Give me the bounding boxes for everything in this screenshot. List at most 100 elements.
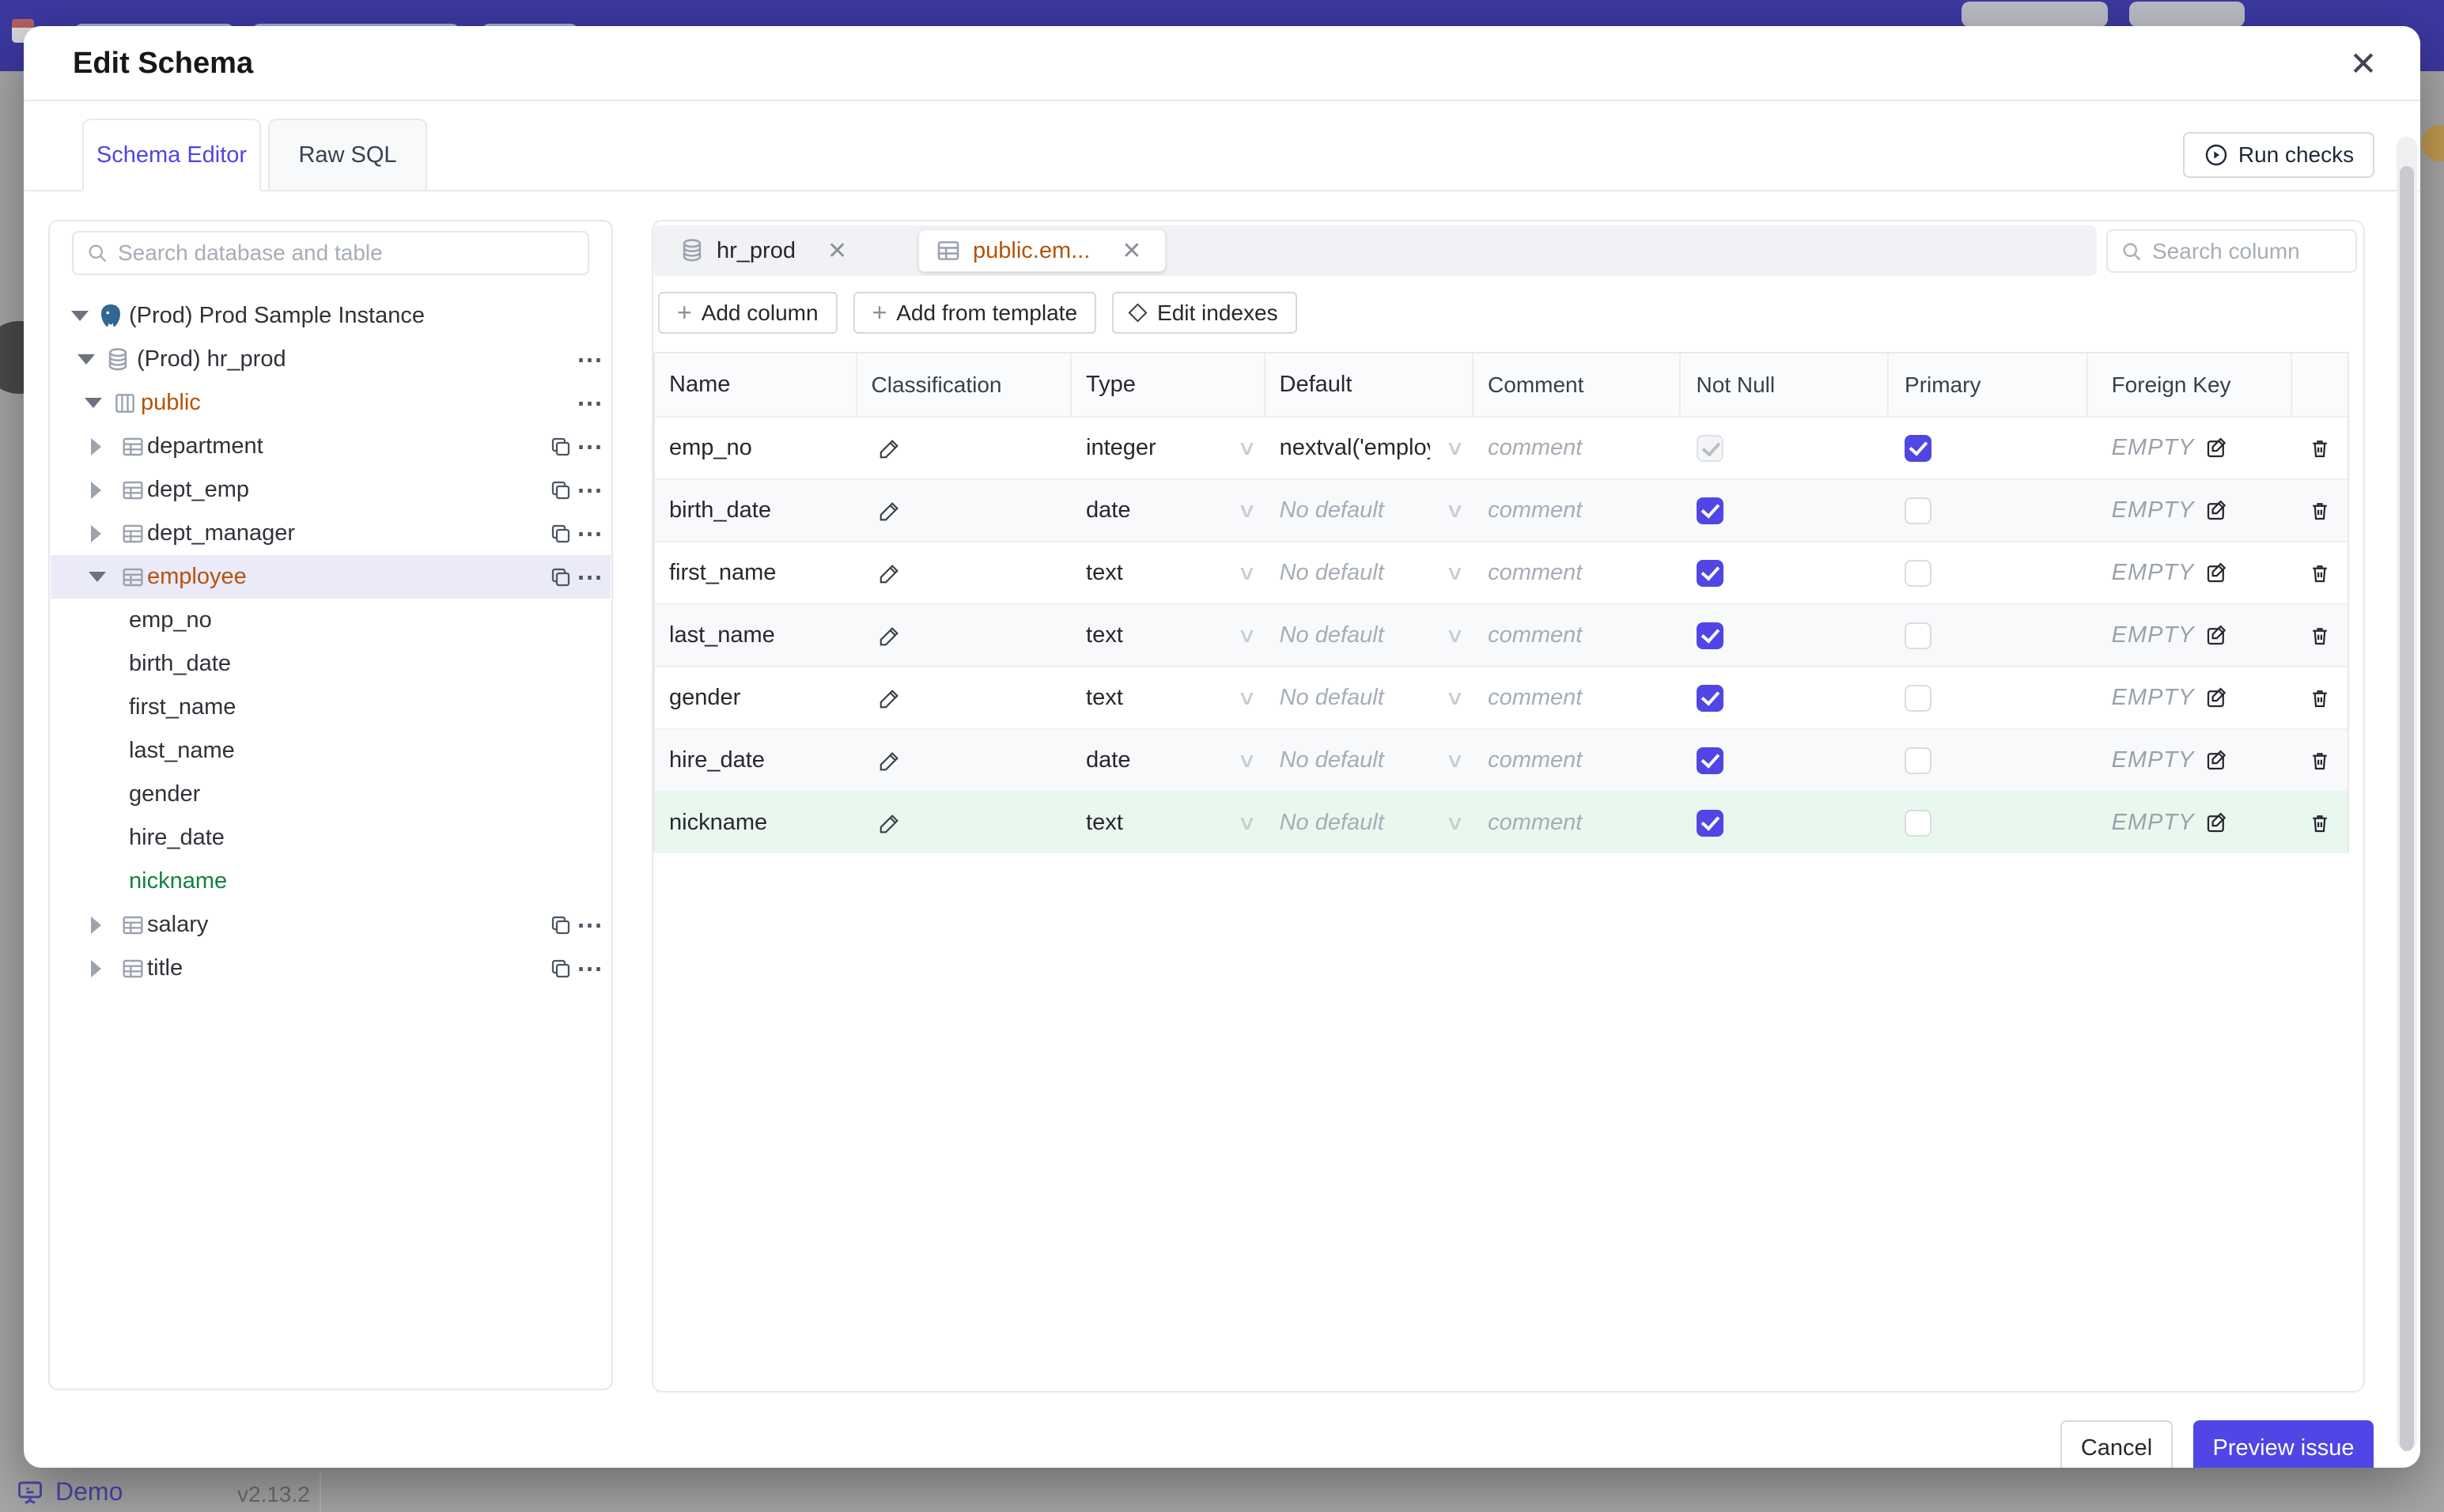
primary-checkbox[interactable] (1905, 434, 1932, 462)
tree-item-column-last-name[interactable]: last_name (51, 729, 611, 773)
comment-input[interactable]: comment (1488, 497, 1582, 524)
classification-edit-icon[interactable] (878, 686, 902, 710)
primary-checkbox[interactable] (1905, 497, 1932, 524)
tab-schema-editor[interactable]: Schema Editor (82, 119, 261, 191)
type-select[interactable]: date ∨ (1072, 480, 1266, 541)
chevron-down-icon[interactable] (89, 572, 106, 582)
not-null-checkbox[interactable] (1696, 622, 1723, 649)
chevron-right-icon[interactable] (91, 916, 101, 934)
copy-icon[interactable] (549, 478, 573, 502)
more-actions-icon[interactable]: ⋯ (577, 468, 604, 512)
tree-item-table-employee[interactable]: employee ⋯ (51, 555, 611, 599)
open-tab-public-employee[interactable]: public.em... ✕ (918, 229, 1166, 272)
default-select[interactable]: No default ∨ (1266, 480, 1474, 541)
classification-edit-icon[interactable] (878, 499, 902, 523)
more-actions-icon[interactable]: ⋯ (577, 903, 604, 947)
classification-edit-icon[interactable] (878, 561, 902, 585)
tab-raw-sql[interactable]: Raw SQL (268, 119, 427, 191)
scrollbar-thumb[interactable] (2400, 166, 2414, 1451)
copy-icon[interactable] (549, 565, 573, 589)
type-select[interactable]: integer ∨ (1072, 418, 1266, 478)
tree-item-table-department[interactable]: department ⋯ (51, 425, 611, 468)
chevron-down-icon[interactable] (85, 398, 102, 408)
column-search-input[interactable] (2152, 238, 2420, 264)
chevron-down-icon[interactable] (71, 311, 89, 321)
edit-foreign-key-icon[interactable] (2204, 561, 2228, 585)
not-null-checkbox[interactable] (1696, 747, 1723, 774)
not-null-checkbox[interactable] (1696, 684, 1723, 712)
copy-icon[interactable] (549, 435, 573, 459)
type-select[interactable]: text ∨ (1072, 605, 1266, 666)
close-icon[interactable]: ✕ (2344, 45, 2382, 83)
edit-foreign-key-icon[interactable] (2204, 499, 2228, 523)
edit-foreign-key-icon[interactable] (2204, 686, 2228, 710)
chevron-right-icon[interactable] (91, 524, 101, 542)
tree-item-schema-public[interactable]: public ⋯ (51, 381, 611, 425)
type-select[interactable]: text ∨ (1072, 667, 1266, 728)
not-null-checkbox[interactable] (1696, 809, 1723, 837)
not-null-checkbox[interactable] (1696, 497, 1723, 524)
more-actions-icon[interactable]: ⋯ (577, 947, 604, 990)
more-actions-icon[interactable]: ⋯ (577, 555, 604, 599)
tree-item-table-title[interactable]: title ⋯ (51, 947, 611, 990)
tree-item-column-gender[interactable]: gender (51, 773, 611, 816)
more-actions-icon[interactable]: ⋯ (577, 381, 604, 425)
chevron-right-icon[interactable] (91, 481, 101, 499)
edit-indexes-button[interactable]: Edit indexes (1112, 292, 1297, 334)
tree-item-column-hire-date[interactable]: hire_date (51, 816, 611, 860)
tree-item-database[interactable]: (Prod) hr_prod ⋯ (51, 338, 611, 381)
more-actions-icon[interactable]: ⋯ (577, 338, 604, 381)
edit-foreign-key-icon[interactable] (2204, 624, 2228, 648)
comment-input[interactable]: comment (1488, 810, 1582, 836)
default-select[interactable]: No default ∨ (1266, 730, 1474, 791)
run-checks-button[interactable]: Run checks (2183, 132, 2374, 178)
close-tab-icon[interactable]: ✕ (827, 237, 847, 265)
copy-icon[interactable] (549, 957, 573, 981)
default-select[interactable]: nextval('employ ∨ (1266, 418, 1474, 478)
type-select[interactable]: text ∨ (1072, 792, 1266, 853)
primary-checkbox[interactable] (1905, 809, 1932, 837)
tree-item-column-emp-no[interactable]: emp_no (51, 599, 611, 642)
more-actions-icon[interactable]: ⋯ (577, 425, 604, 468)
default-select[interactable]: No default ∨ (1266, 792, 1474, 853)
type-select[interactable]: date ∨ (1072, 730, 1266, 791)
classification-edit-icon[interactable] (878, 749, 902, 773)
primary-checkbox[interactable] (1905, 747, 1932, 774)
open-tab-hr-prod[interactable]: hr_prod ✕ (663, 225, 910, 276)
edit-foreign-key-icon[interactable] (2204, 749, 2228, 773)
tree-search-input[interactable] (118, 240, 575, 266)
comment-input[interactable]: comment (1488, 622, 1582, 648)
tree-item-table-dept-emp[interactable]: dept_emp ⋯ (51, 468, 611, 512)
comment-input[interactable]: comment (1488, 747, 1582, 773)
copy-icon[interactable] (549, 522, 573, 546)
tree-item-table-salary[interactable]: salary ⋯ (51, 903, 611, 947)
tree-item-column-nickname[interactable]: nickname (51, 860, 611, 903)
classification-edit-icon[interactable] (878, 437, 902, 460)
preview-issue-button[interactable]: Preview issue (2193, 1420, 2374, 1468)
primary-checkbox[interactable] (1905, 559, 1932, 587)
default-select[interactable]: No default ∨ (1266, 667, 1474, 728)
not-null-checkbox[interactable] (1696, 434, 1723, 462)
chevron-right-icon[interactable] (91, 437, 101, 455)
delete-row-icon[interactable] (2308, 686, 2332, 710)
more-actions-icon[interactable]: ⋯ (577, 512, 604, 555)
delete-row-icon[interactable] (2308, 561, 2332, 585)
tree-item-column-birth-date[interactable]: birth_date (51, 642, 611, 686)
delete-row-icon[interactable] (2308, 624, 2332, 648)
default-select[interactable]: No default ∨ (1266, 542, 1474, 603)
tree-item-column-first-name[interactable]: first_name (51, 686, 611, 729)
comment-input[interactable]: comment (1488, 685, 1582, 711)
close-tab-icon[interactable]: ✕ (1122, 237, 1141, 265)
delete-row-icon[interactable] (2308, 811, 2332, 835)
primary-checkbox[interactable] (1905, 684, 1932, 712)
classification-edit-icon[interactable] (878, 624, 902, 648)
delete-row-icon[interactable] (2308, 749, 2332, 773)
delete-row-icon[interactable] (2308, 437, 2332, 460)
primary-checkbox[interactable] (1905, 622, 1932, 649)
edit-foreign-key-icon[interactable] (2204, 437, 2228, 460)
add-from-template-button[interactable]: + Add from template (853, 292, 1097, 334)
cancel-button[interactable]: Cancel (2060, 1420, 2173, 1468)
not-null-checkbox[interactable] (1696, 559, 1723, 587)
classification-edit-icon[interactable] (878, 811, 902, 835)
tree-item-instance[interactable]: (Prod) Prod Sample Instance (51, 294, 611, 338)
